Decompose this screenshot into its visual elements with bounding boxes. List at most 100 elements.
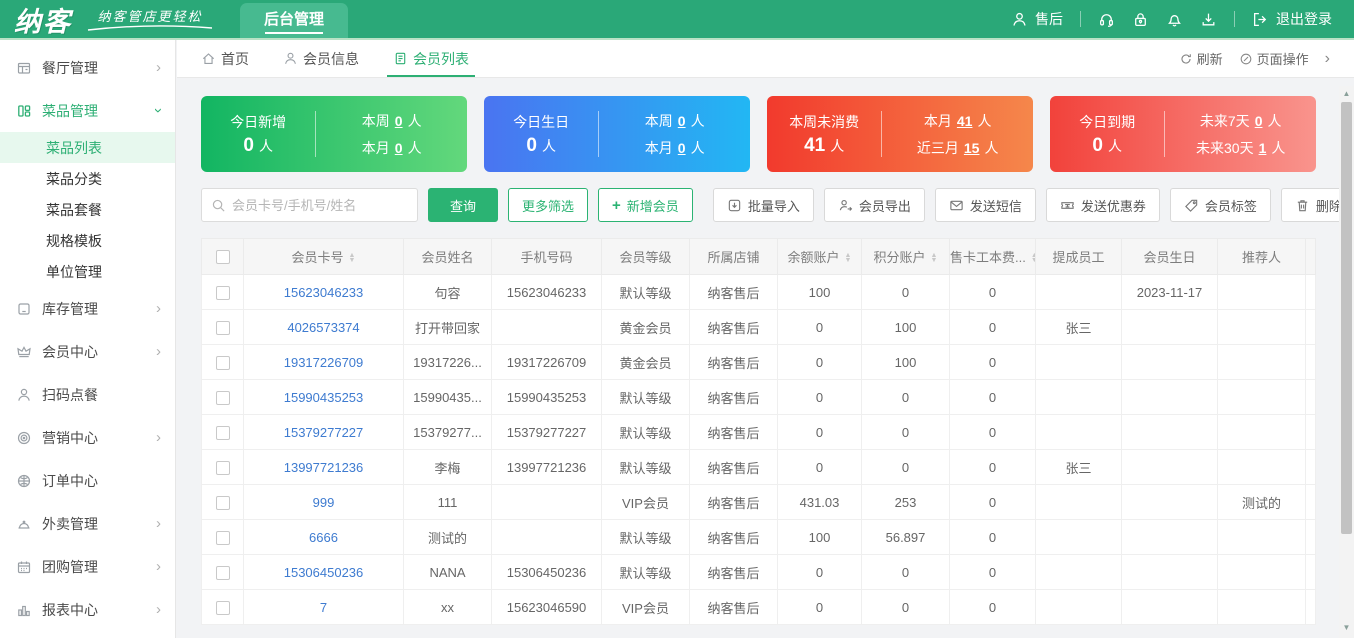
headset-icon[interactable] <box>1098 11 1115 28</box>
sidebar-item-reports[interactable]: 报表中心 › <box>0 588 175 631</box>
sidebar-item-orders[interactable]: 订单中心 <box>0 459 175 502</box>
more-filter-button[interactable]: 更多筛选 <box>508 188 588 222</box>
card-sub-value[interactable]: 1 <box>1259 140 1267 156</box>
col-card-no[interactable]: 会员卡号▲▼ <box>244 239 404 275</box>
cell-level: VIP会员 <box>602 590 690 625</box>
card-sub-value[interactable]: 0 <box>678 140 686 156</box>
cell-fee: 0 <box>950 450 1036 485</box>
sidebar-item-inventory[interactable]: 库存管理 › <box>0 287 175 330</box>
select-all-checkbox[interactable] <box>216 250 230 264</box>
cell-staff <box>1036 275 1122 310</box>
cell-card-no[interactable]: 6666 <box>244 520 404 555</box>
cell-birthday <box>1122 310 1218 345</box>
member-tag-button[interactable]: 会员标签 <box>1170 188 1271 222</box>
scrollbar-thumb[interactable] <box>1341 102 1352 534</box>
backend-tab[interactable]: 后台管理 <box>240 3 348 38</box>
page-action-arrow-icon[interactable]: › <box>1325 50 1330 68</box>
sort-icon[interactable]: ▲▼ <box>845 254 852 263</box>
add-member-button[interactable]: +新增会员 <box>598 188 693 222</box>
send-coupon-button[interactable]: 发送优惠券 <box>1046 188 1160 222</box>
sort-icon[interactable]: ▲▼ <box>931 254 938 263</box>
sidebar-subitem-label: 菜品套餐 <box>46 200 102 220</box>
sort-icon[interactable]: ▲▼ <box>1031 254 1036 263</box>
card-sub-value[interactable]: 0 <box>395 140 403 156</box>
sidebar-item-member-center[interactable]: 会员中心 › <box>0 330 175 373</box>
target-icon <box>16 430 32 446</box>
sidebar-item-label: 订单中心 <box>42 471 98 491</box>
tag-icon <box>1184 198 1199 213</box>
row-checkbox[interactable] <box>216 566 230 580</box>
col-referrer: 推荐人 <box>1218 239 1306 275</box>
cell-checkbox <box>202 485 244 520</box>
download-icon[interactable] <box>1200 11 1217 28</box>
scroll-down-icon[interactable]: ▼ <box>1339 620 1354 634</box>
sidebar-item-scan-order[interactable]: 扫码点餐 <box>0 373 175 416</box>
cell-name: 15379277... <box>404 415 492 450</box>
globe-icon <box>16 473 32 489</box>
page-action-button[interactable]: 页面操作 <box>1239 49 1309 68</box>
cell-card-no[interactable]: 15623046233 <box>244 275 404 310</box>
tab-home[interactable]: 首页 <box>201 40 249 77</box>
cell-card-no[interactable]: 7 <box>244 590 404 625</box>
card-sub-value[interactable]: 0 <box>678 113 686 129</box>
batch-import-button[interactable]: 批量导入 <box>713 188 814 222</box>
logout-button[interactable]: 退出登录 <box>1252 9 1332 29</box>
cell-card-no[interactable]: 4026573374 <box>244 310 404 345</box>
sidebar-item-marketing[interactable]: 营销中心 › <box>0 416 175 459</box>
scroll-up-icon[interactable]: ▲ <box>1339 86 1354 100</box>
sidebar-subitem-spec-template[interactable]: 规格模板 <box>0 225 175 256</box>
cell-card-no[interactable]: 15306450236 <box>244 555 404 590</box>
search-input[interactable] <box>232 198 408 213</box>
col-points[interactable]: 积分账户▲▼ <box>862 239 950 275</box>
row-checkbox[interactable] <box>216 496 230 510</box>
sidebar-item-takeout[interactable]: 外卖管理 › <box>0 502 175 545</box>
cell-referrer <box>1218 310 1306 345</box>
row-checkbox[interactable] <box>216 286 230 300</box>
sidebar-item-restaurant[interactable]: 餐厅管理 › <box>0 46 175 89</box>
user-menu[interactable]: 售后 <box>1011 9 1063 29</box>
cell-card-no[interactable]: 15379277227 <box>244 415 404 450</box>
card-sub-value[interactable]: 0 <box>395 113 403 129</box>
card-sub-value[interactable]: 41 <box>957 113 973 129</box>
card-sub-value[interactable]: 0 <box>1255 113 1263 129</box>
card-sub-unit: 人 <box>408 113 422 129</box>
refresh-button[interactable]: 刷新 <box>1179 49 1223 68</box>
sidebar-subitem-dish-category[interactable]: 菜品分类 <box>0 163 175 194</box>
cell-card-no[interactable]: 19317226709 <box>244 345 404 380</box>
lock-icon[interactable] <box>1132 11 1149 28</box>
search-button[interactable]: 查询 <box>428 188 498 222</box>
row-checkbox[interactable] <box>216 426 230 440</box>
row-checkbox[interactable] <box>216 356 230 370</box>
sidebar-item-groupbuy[interactable]: 团购管理 › <box>0 545 175 588</box>
tab-member-info[interactable]: 会员信息 <box>283 40 359 77</box>
card-sub-value[interactable]: 15 <box>964 140 980 156</box>
sort-icon[interactable]: ▲▼ <box>349 254 356 263</box>
cell-card-no[interactable]: 15990435253 <box>244 380 404 415</box>
row-checkbox[interactable] <box>216 461 230 475</box>
row-checkbox[interactable] <box>216 601 230 615</box>
sidebar-subitem-dish-list[interactable]: 菜品列表 <box>0 132 175 163</box>
row-checkbox[interactable] <box>216 321 230 335</box>
sidebar-subitem-unit-manage[interactable]: 单位管理 <box>0 256 175 287</box>
header-actions: 售后 退出登录 <box>1011 9 1332 29</box>
card-title: 今日新增 <box>230 112 286 132</box>
stat-card-expire-today: 今日到期 0人 未来7天0人 未来30天1人 <box>1050 96 1316 172</box>
sidebar-subitem-dish-combo[interactable]: 菜品套餐 <box>0 194 175 225</box>
send-sms-button[interactable]: 发送短信 <box>935 188 1036 222</box>
bell-icon[interactable] <box>1166 11 1183 28</box>
col-card-fee[interactable]: 售卡工本费...▲▼ <box>950 239 1036 275</box>
sidebar-item-dishes[interactable]: 菜品管理 › <box>0 89 175 132</box>
cell-card-no[interactable]: 999 <box>244 485 404 520</box>
cell-card-no[interactable]: 13997721236 <box>244 450 404 485</box>
col-balance[interactable]: 余额账户▲▼ <box>778 239 862 275</box>
home-icon <box>201 51 216 66</box>
table-header-row: 会员卡号▲▼ 会员姓名 手机号码 会员等级 所属店铺 余额账户▲▼ 积分账户▲▼… <box>202 239 1316 275</box>
cell-balance: 0 <box>778 555 862 590</box>
cell-level: 默认等级 <box>602 275 690 310</box>
tab-member-list[interactable]: 会员列表 <box>393 40 469 77</box>
export-member-button[interactable]: 会员导出 <box>824 188 925 222</box>
vertical-scrollbar[interactable]: ▲ ▼ <box>1339 86 1354 638</box>
row-checkbox[interactable] <box>216 531 230 545</box>
row-checkbox[interactable] <box>216 391 230 405</box>
cell-checkbox <box>202 590 244 625</box>
